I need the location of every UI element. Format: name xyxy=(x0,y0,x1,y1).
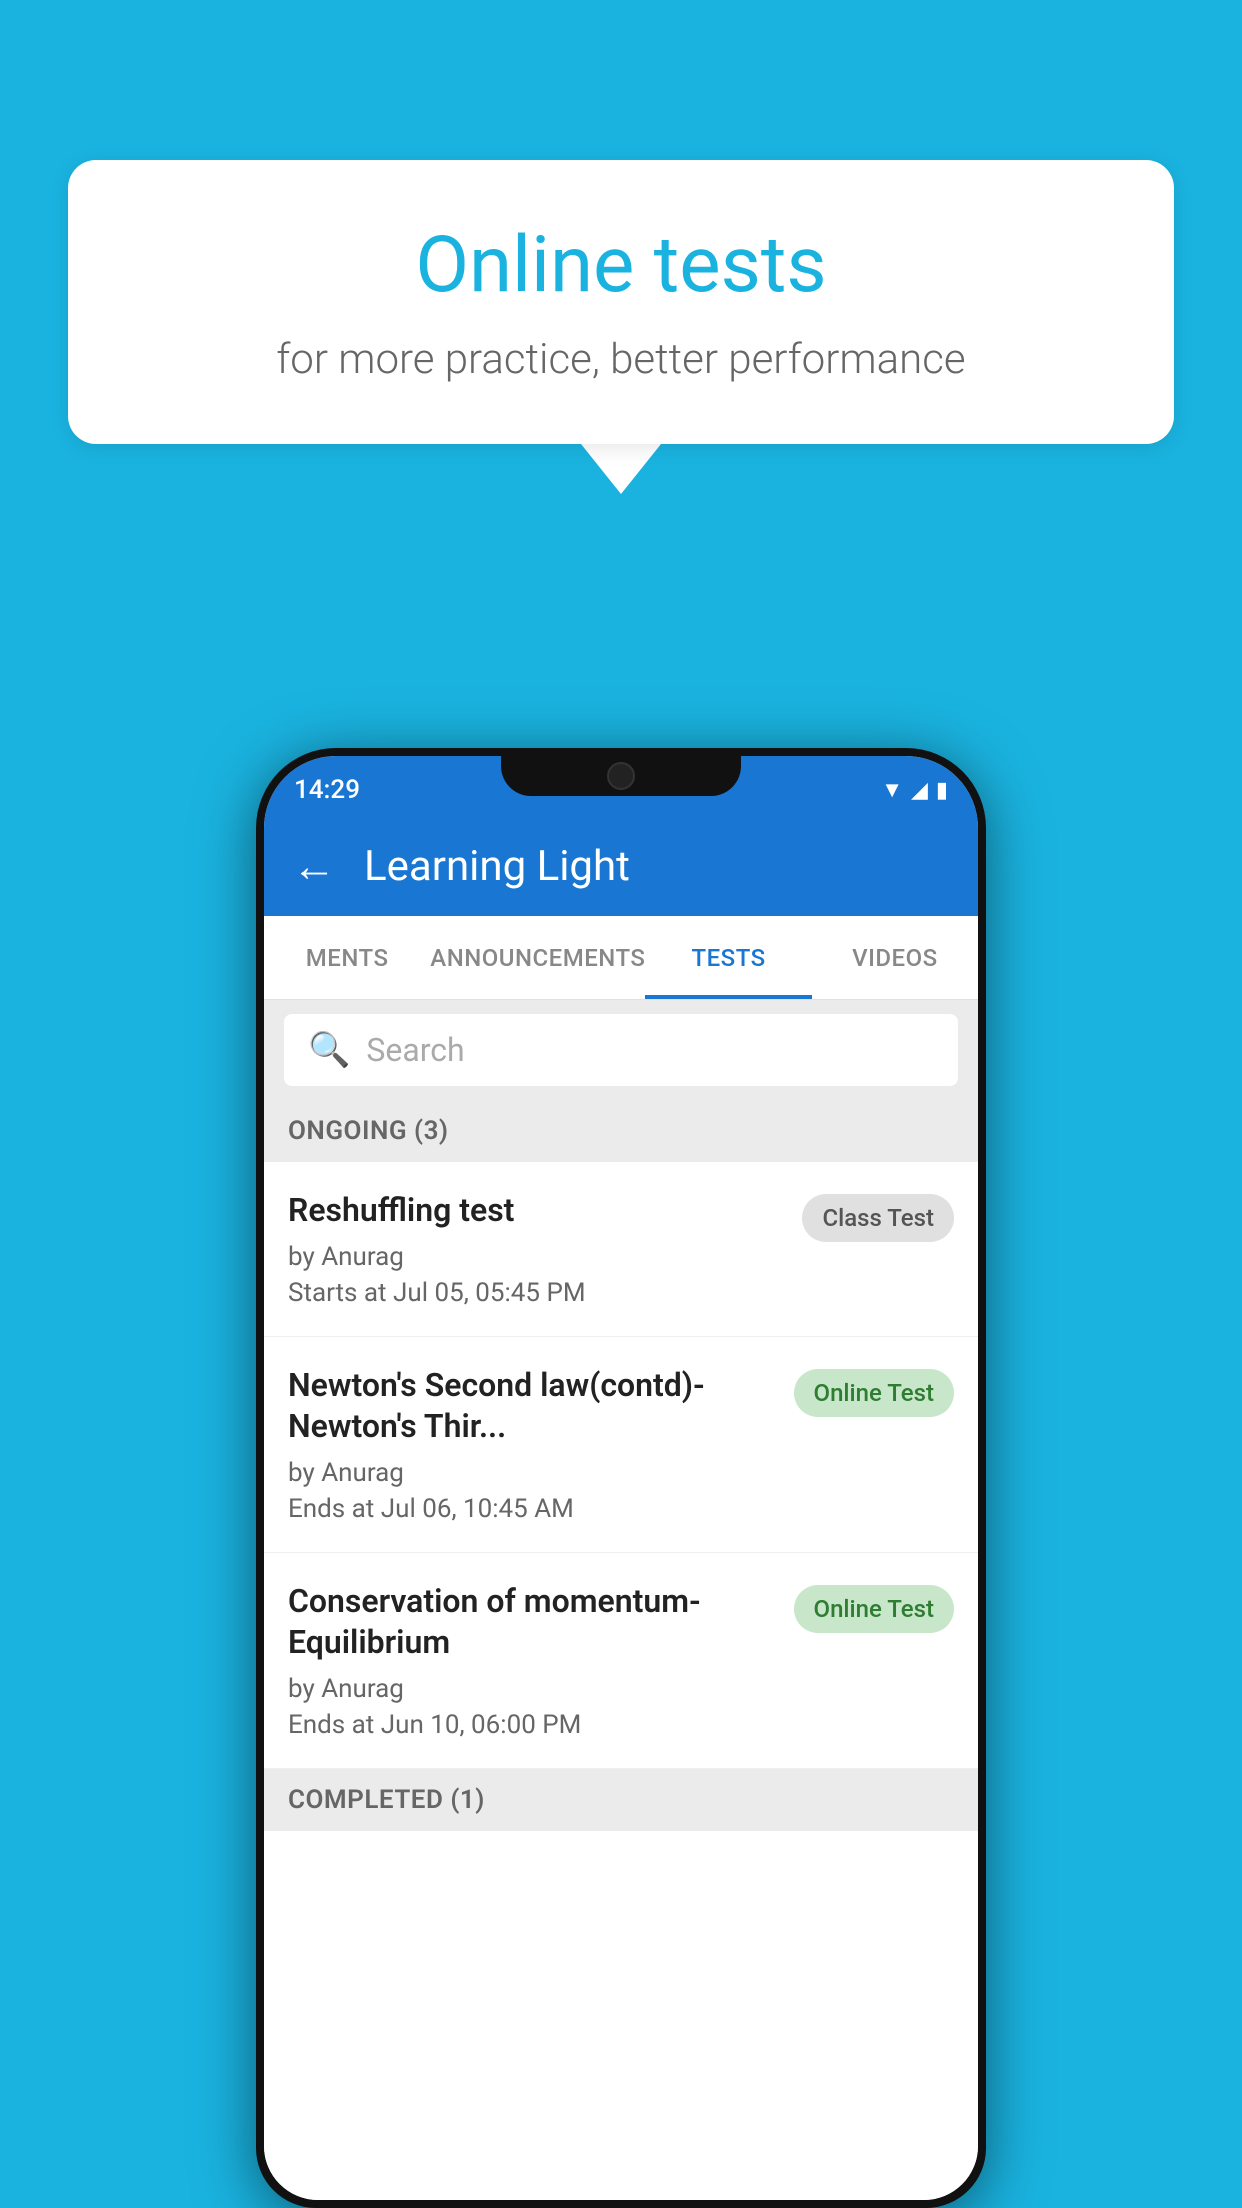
test-info-conservation: Conservation of momentum-Equilibrium by … xyxy=(288,1581,778,1740)
status-time: 14:29 xyxy=(294,775,360,805)
test-item-newtons[interactable]: Newton's Second law(contd)-Newton's Thir… xyxy=(264,1337,978,1553)
test-item-reshuffling[interactable]: Reshuffling test by Anurag Starts at Jul… xyxy=(264,1162,978,1337)
signal-icon: ◢ xyxy=(911,778,928,803)
test-author-newtons: by Anurag xyxy=(288,1458,778,1488)
test-name-newtons: Newton's Second law(contd)-Newton's Thir… xyxy=(288,1365,778,1448)
phone-notch xyxy=(501,748,741,796)
tab-announcements[interactable]: ANNOUNCEMENTS xyxy=(430,916,645,999)
test-item-conservation[interactable]: Conservation of momentum-Equilibrium by … xyxy=(264,1553,978,1769)
test-info-reshuffling: Reshuffling test by Anurag Starts at Jul… xyxy=(288,1190,786,1308)
search-container: 🔍 Search xyxy=(264,1000,978,1100)
test-info-newtons: Newton's Second law(contd)-Newton's Thir… xyxy=(288,1365,778,1524)
online-tests-subtitle: for more practice, better performance xyxy=(148,335,1094,384)
test-badge-online-2: Online Test xyxy=(794,1585,954,1633)
status-icons: ▼ ◢ ▮ xyxy=(881,777,948,803)
test-author-reshuffling: by Anurag xyxy=(288,1242,786,1272)
tab-ments[interactable]: MENTS xyxy=(264,916,430,999)
completed-section-header: COMPLETED (1) xyxy=(264,1769,978,1831)
test-time-conservation: Ends at Jun 10, 06:00 PM xyxy=(288,1710,778,1740)
search-icon: 🔍 xyxy=(308,1030,350,1070)
test-author-conservation: by Anurag xyxy=(288,1674,778,1704)
test-name-reshuffling: Reshuffling test xyxy=(288,1190,786,1232)
speech-bubble-container: Online tests for more practice, better p… xyxy=(68,160,1174,494)
phone-screen: 14:29 ▼ ◢ ▮ ← Learning Light MENTS ANNOU… xyxy=(264,756,978,2200)
speech-bubble: Online tests for more practice, better p… xyxy=(68,160,1174,444)
online-tests-title: Online tests xyxy=(148,220,1094,311)
tab-videos[interactable]: VIDEOS xyxy=(812,916,978,999)
test-badge-class-test: Class Test xyxy=(802,1194,954,1242)
app-title: Learning Light xyxy=(364,842,630,891)
tabs-bar: MENTS ANNOUNCEMENTS TESTS VIDEOS xyxy=(264,916,978,1000)
back-button[interactable]: ← xyxy=(292,840,336,892)
phone-frame: 14:29 ▼ ◢ ▮ ← Learning Light MENTS ANNOU… xyxy=(256,748,986,2208)
test-time-reshuffling: Starts at Jul 05, 05:45 PM xyxy=(288,1278,786,1308)
wifi-icon: ▼ xyxy=(881,777,903,803)
ongoing-section-title: ONGOING (3) xyxy=(288,1116,449,1146)
front-camera xyxy=(607,762,635,790)
test-name-conservation: Conservation of momentum-Equilibrium xyxy=(288,1581,778,1664)
app-bar: ← Learning Light xyxy=(264,816,978,916)
completed-section-title: COMPLETED (1) xyxy=(288,1785,485,1815)
search-placeholder: Search xyxy=(366,1031,464,1069)
test-badge-online-1: Online Test xyxy=(794,1369,954,1417)
test-time-newtons: Ends at Jul 06, 10:45 AM xyxy=(288,1494,778,1524)
speech-bubble-arrow xyxy=(581,444,661,494)
search-bar[interactable]: 🔍 Search xyxy=(284,1014,958,1086)
ongoing-section-header: ONGOING (3) xyxy=(264,1100,978,1162)
battery-icon: ▮ xyxy=(936,778,948,803)
test-list: Reshuffling test by Anurag Starts at Jul… xyxy=(264,1162,978,2200)
tab-tests[interactable]: TESTS xyxy=(645,916,811,999)
